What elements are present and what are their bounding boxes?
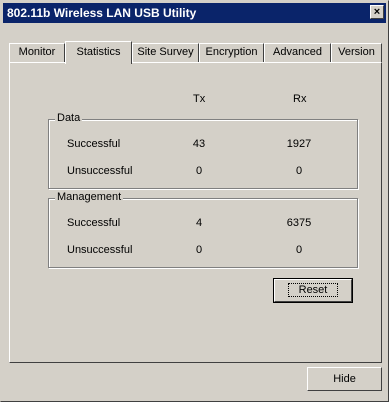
data-unsuccessful-label: Unsuccessful [67, 165, 133, 177]
data-unsuccessful-tx: 0 [195, 165, 203, 177]
statistics-panel: Tx Rx Data Successful 43 1927 Unsuccessf… [9, 62, 382, 363]
mgmt-unsuccessful-label: Unsuccessful [67, 244, 133, 256]
mgmt-successful-label: Successful [67, 217, 121, 229]
rx-column-header: Rx [293, 93, 307, 105]
management-group-label: Management [55, 191, 124, 203]
reset-button-label: Reset [287, 283, 339, 297]
management-group: Management Successful 4 6375 Unsuccessfu… [48, 191, 358, 268]
data-unsuccessful-rx: 0 [295, 165, 303, 177]
data-successful-label: Successful [67, 138, 121, 150]
data-successful-tx: 43 [192, 138, 206, 150]
tab-statistics[interactable]: Statistics [65, 41, 132, 64]
tab-version[interactable]: Version [331, 43, 382, 62]
tab-site-survey[interactable]: Site Survey [132, 43, 199, 62]
hide-button[interactable]: Hide [307, 367, 382, 391]
tab-advanced[interactable]: Advanced [264, 43, 331, 62]
tab-encryption[interactable]: Encryption [199, 43, 264, 62]
window-title: 802.11b Wireless LAN USB Utility [7, 6, 197, 20]
data-group-label: Data [55, 112, 83, 124]
mgmt-unsuccessful-rx: 0 [295, 244, 303, 256]
mgmt-unsuccessful-tx: 0 [195, 244, 203, 256]
mgmt-successful-tx: 4 [195, 217, 203, 229]
close-icon[interactable]: × [370, 5, 384, 19]
tab-strip: Monitor Statistics Site Survey Encryptio… [9, 41, 384, 64]
reset-button[interactable]: Reset [273, 278, 353, 303]
tab-monitor[interactable]: Monitor [9, 43, 65, 62]
mgmt-successful-rx: 6375 [286, 217, 312, 229]
tx-column-header: Tx [193, 93, 206, 105]
data-successful-rx: 1927 [286, 138, 312, 150]
data-group: Data Successful 43 1927 Unsuccessful 0 0 [48, 112, 358, 189]
utility-window: 802.11b Wireless LAN USB Utility × Monit… [0, 0, 389, 402]
title-bar[interactable]: 802.11b Wireless LAN USB Utility × [3, 3, 386, 23]
